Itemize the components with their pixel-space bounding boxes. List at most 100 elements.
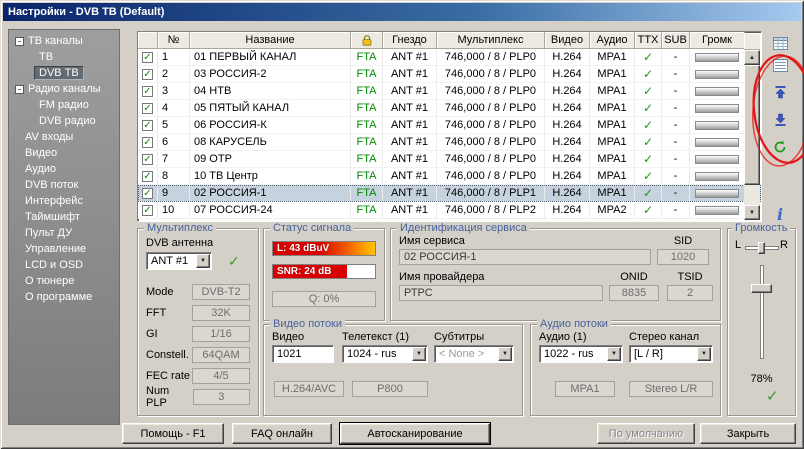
info-button[interactable]: i — [768, 204, 792, 224]
channel-checkbox[interactable]: ✓ — [142, 171, 153, 182]
sidebar-item[interactable]: DVB поток — [9, 177, 119, 193]
antenna-select[interactable]: ANT #1 ▼ — [146, 252, 212, 270]
dropdown-arrow-icon[interactable]: ▼ — [412, 347, 426, 361]
sidebar-item[interactable]: FM радио — [9, 97, 119, 113]
header-audio[interactable]: Аудио — [590, 32, 635, 49]
help-button[interactable]: Помощь - F1 — [122, 423, 224, 444]
channel-row[interactable]: ✓304 НТВFTAANT #1746,000 / 8 / PLP0H.264… — [138, 83, 761, 100]
channel-volume-bar[interactable] — [695, 104, 739, 113]
channel-multiplex: 746,000 / 8 / PLP0 — [437, 117, 545, 133]
channel-volume-bar[interactable] — [695, 70, 739, 79]
channel-row[interactable]: ✓810 ТВ ЦентрFTAANT #1746,000 / 8 / PLP0… — [138, 168, 761, 185]
channel-row[interactable]: ✓506 РОССИЯ-КFTAANT #1746,000 / 8 / PLP0… — [138, 117, 761, 134]
sidebar-item[interactable]: -ТВ каналы — [9, 33, 119, 49]
header-jack[interactable]: Гнездо — [383, 32, 437, 49]
channel-row[interactable]: ✓709 ОТРFTAANT #1746,000 / 8 / PLP0H.264… — [138, 151, 761, 168]
volume-slider-track[interactable] — [760, 265, 764, 359]
faq-button[interactable]: FAQ онлайн — [232, 423, 332, 444]
channel-row[interactable]: ✓101 ПЕРВЫЙ КАНАЛFTAANT #1746,000 / 8 / … — [138, 49, 761, 66]
sidebar-item[interactable]: Видео — [9, 145, 119, 161]
channel-checkbox[interactable]: ✓ — [142, 103, 153, 114]
sidebar-item[interactable]: Таймшифт — [9, 209, 119, 225]
scroll-up-button[interactable]: ▲ — [744, 50, 760, 65]
tree-expander-icon[interactable]: - — [15, 85, 24, 94]
multiplex-param-value: 4/5 — [192, 368, 250, 384]
channel-video-codec: H.264 — [545, 168, 590, 184]
header-sub[interactable]: SUB — [662, 32, 690, 49]
channel-volume-bar[interactable] — [695, 53, 739, 62]
teletext-value: 1024 - rus — [347, 348, 397, 360]
balance-slider-thumb[interactable] — [758, 242, 765, 254]
sidebar-item[interactable]: DVB ТВ — [9, 65, 119, 81]
channel-volume-bar[interactable] — [695, 206, 739, 215]
sidebar-item[interactable]: AV входы — [9, 129, 119, 145]
title-bar[interactable]: Настройки - DVB ТВ (Default) — [3, 3, 801, 21]
dropdown-arrow-icon[interactable]: ▼ — [196, 254, 210, 268]
sidebar-item[interactable]: Аудио — [9, 161, 119, 177]
channel-checkbox[interactable]: ✓ — [142, 69, 153, 80]
channel-volume-bar[interactable] — [695, 138, 739, 147]
list-view-button[interactable] — [768, 55, 792, 75]
close-button[interactable]: Закрыть — [700, 423, 796, 444]
table-scrollbar[interactable]: ▲ ▼ — [744, 50, 760, 220]
sidebar-item[interactable]: О тюнере — [9, 273, 119, 289]
sidebar-item[interactable]: ТВ — [9, 49, 119, 65]
channel-row[interactable]: ✓405 ПЯТЫЙ КАНАЛFTAANT #1746,000 / 8 / P… — [138, 100, 761, 117]
header-multiplex[interactable]: Мультиплекс — [437, 32, 545, 49]
tree-expander-icon[interactable]: - — [15, 37, 24, 46]
channel-checkbox[interactable]: ✓ — [142, 205, 153, 216]
grid-view-button[interactable] — [768, 33, 792, 53]
sidebar-item[interactable]: Интерфейс — [9, 193, 119, 209]
channel-checkbox[interactable]: ✓ — [142, 137, 153, 148]
channel-row[interactable]: ✓902 РОССИЯ-1FTAANT #1746,000 / 8 / PLP1… — [138, 185, 761, 202]
channel-volume-bar[interactable] — [695, 189, 739, 198]
channel-checkbox[interactable]: ✓ — [142, 120, 153, 131]
dropdown-arrow-icon[interactable]: ▼ — [697, 347, 711, 361]
channel-volume-bar[interactable] — [695, 172, 739, 181]
move-channel-down-button[interactable] — [768, 110, 792, 130]
multiplex-param-value: 32K — [192, 305, 250, 321]
sidebar-item-label: DVB радио — [39, 115, 96, 127]
channel-volume-bar[interactable] — [695, 155, 739, 164]
header-encryption[interactable] — [351, 32, 383, 49]
channel-access: FTA — [351, 151, 383, 167]
header-name-label: Название — [245, 34, 294, 46]
subtitles-select[interactable]: < None > ▼ — [434, 345, 514, 363]
dropdown-arrow-icon[interactable]: ▼ — [607, 347, 621, 361]
sidebar-item[interactable]: DVB радио — [9, 113, 119, 129]
channel-jack: ANT #1 — [383, 66, 437, 82]
sidebar-item[interactable]: О программе — [9, 289, 119, 305]
scroll-down-button[interactable]: ▼ — [744, 205, 760, 220]
header-number[interactable]: № — [158, 32, 190, 49]
audio-select[interactable]: 1022 - rus ▼ — [539, 345, 623, 363]
stereo-select[interactable]: [L / R] ▼ — [629, 345, 713, 363]
header-name[interactable]: Название — [190, 32, 351, 49]
volume-slider-thumb[interactable] — [751, 284, 772, 293]
header-ttx[interactable]: TTX — [635, 32, 662, 49]
header-volume[interactable]: Громк — [690, 32, 745, 49]
service-group-title: Идентификация сервиса — [397, 222, 530, 235]
video-pid-input[interactable]: 1021 — [272, 345, 334, 363]
channel-checkbox[interactable]: ✓ — [142, 188, 153, 199]
header-video[interactable]: Видео — [545, 32, 590, 49]
sidebar-item[interactable]: LCD и OSD — [9, 257, 119, 273]
channel-row[interactable]: ✓203 РОССИЯ-2FTAANT #1746,000 / 8 / PLP0… — [138, 66, 761, 83]
channel-row[interactable]: ✓608 КАРУСЕЛЬFTAANT #1746,000 / 8 / PLP0… — [138, 134, 761, 151]
sidebar-item[interactable]: Пульт ДУ — [9, 225, 119, 241]
sidebar-item[interactable]: Управление — [9, 241, 119, 257]
dropdown-arrow-icon[interactable]: ▼ — [498, 347, 512, 361]
channel-volume-bar[interactable] — [695, 87, 739, 96]
sidebar-item[interactable]: -Радио каналы — [9, 81, 119, 97]
rescan-button[interactable] — [768, 137, 792, 157]
channel-checkbox[interactable]: ✓ — [142, 52, 153, 63]
channel-row[interactable]: ✓1007 РОССИЯ-24FTAANT #1746,000 / 8 / PL… — [138, 202, 761, 219]
channel-volume-bar[interactable] — [695, 121, 739, 130]
channel-checkbox[interactable]: ✓ — [142, 154, 153, 165]
teletext-select[interactable]: 1024 - rus ▼ — [342, 345, 428, 363]
move-channel-up-button[interactable] — [768, 82, 792, 102]
scroll-thumb[interactable] — [744, 65, 760, 185]
autoscan-button[interactable]: Автосканирование — [340, 423, 490, 444]
defaults-button[interactable]: По умолчанию — [597, 423, 695, 444]
channel-checkbox[interactable]: ✓ — [142, 86, 153, 97]
header-select-column[interactable] — [138, 32, 158, 49]
